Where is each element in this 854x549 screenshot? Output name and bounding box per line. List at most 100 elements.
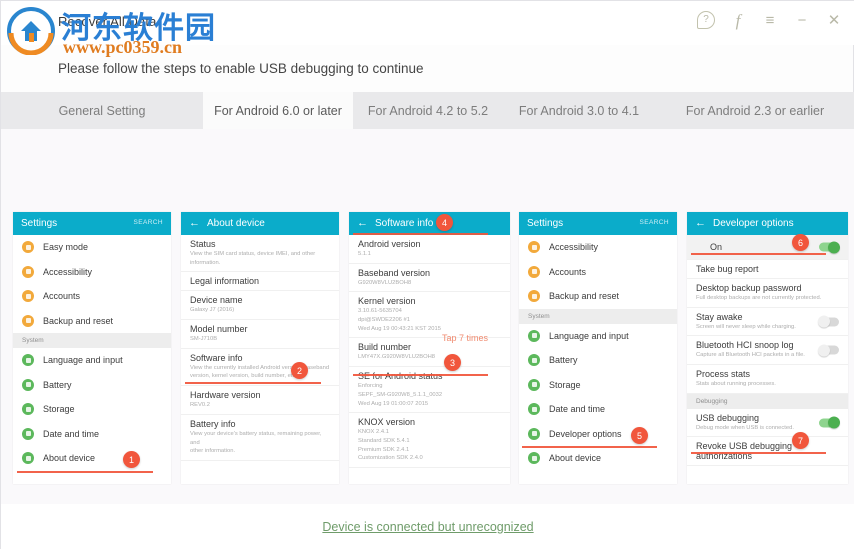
list-item[interactable]: Battery [13, 373, 171, 398]
detail-row[interactable]: KNOX version KNOX 2.4.1 Standard SDK 5.4.… [349, 413, 510, 468]
list-item[interactable]: Easy mode [13, 235, 171, 260]
tab-android-30-to-41[interactable]: For Android 3.0 to 4.1 [503, 92, 655, 129]
section-header-system: System [13, 333, 171, 348]
detail-sub: LMY47X.G920W8VLU2BOH8 [358, 354, 436, 361]
detail-row[interactable]: Android version 5.1.1 [349, 235, 510, 264]
detail-sub: View the SIM card status, device IMEI, a… [190, 251, 316, 266]
tab-android-42-to-52[interactable]: For Android 4.2 to 5.2 [353, 92, 503, 129]
back-arrow-icon[interactable]: ← [357, 218, 368, 229]
stay-awake-toggle[interactable] [818, 315, 839, 328]
help-icon[interactable]: ? [697, 11, 715, 29]
panel-4-search-label[interactable]: SEARCH [640, 219, 670, 226]
panel-settings-2: Settings SEARCH Accessibility Accounts B… [519, 212, 677, 484]
title-bar: Recover All Data ? f ≡ − ✕ [1, 1, 854, 45]
facebook-icon[interactable]: f [729, 11, 747, 29]
device-unrecognized-link[interactable]: Device is connected but unrecognized [1, 520, 854, 534]
detail-row[interactable]: Status View the SIM card status, device I… [181, 235, 339, 273]
language-input-icon [22, 354, 34, 367]
step-indicator: 1 2 3 4 5 [1, 129, 854, 300]
panel-1-search-label[interactable]: SEARCH [134, 219, 164, 226]
highlight-underline-7 [691, 452, 826, 454]
accounts-icon [22, 290, 34, 303]
panel-software-info: ← Software info Android version 5.1.1 Bas… [349, 212, 510, 484]
detail-sub: Galaxy J7 (2016) [190, 307, 235, 314]
list-item-about-device[interactable]: About device [13, 446, 171, 471]
panel-3-header: ← Software info [349, 212, 510, 235]
list-item[interactable]: Backup and reset [519, 284, 677, 309]
detail-sub: 3.10.61-5635704 dpi@SWDE2206 #1 Wed Aug … [358, 308, 441, 332]
list-item-label: Battery [43, 379, 72, 390]
step-badge-6: 6 [792, 234, 809, 251]
list-item[interactable]: Battery [519, 348, 677, 373]
list-item-label: Accessibility [43, 266, 93, 277]
list-item[interactable]: Accessibility [13, 260, 171, 285]
list-item-label: Accounts [549, 266, 587, 277]
panel-5-title: Developer options [713, 218, 794, 229]
detail-row[interactable]: Desktop backup password Full desktop back… [687, 279, 848, 308]
panel-1-title: Settings [21, 218, 58, 229]
back-arrow-icon[interactable]: ← [189, 218, 200, 229]
panel-settings-1: Settings SEARCH Easy mode Accessibility … [13, 212, 171, 484]
usb-debugging-toggle[interactable] [819, 416, 840, 429]
list-item[interactable]: Storage [519, 373, 677, 398]
detail-row[interactable]: Stay awake Screen will never sleep while … [687, 308, 848, 337]
detail-row[interactable]: Baseband version G920W8VLU2BOH8 [349, 264, 510, 293]
app-window: Recover All Data ? f ≡ − ✕ 河东软件园 www.pc0… [0, 0, 854, 549]
list-item[interactable]: Language and input [13, 348, 171, 373]
bluetooth-hci-snoop-log-toggle[interactable] [818, 344, 839, 357]
detail-sub: REV0.2 [190, 402, 210, 409]
about-device-icon [528, 452, 540, 465]
list-item[interactable]: Storage [13, 397, 171, 422]
detail-row[interactable]: Hardware version REV0.2 [181, 386, 339, 415]
list-item-label: Date and time [43, 428, 100, 439]
detail-row-software-info[interactable]: Software info View the currently installe… [181, 349, 339, 387]
app-title: Recover All Data [58, 14, 157, 29]
detail-sub: View your device's battery status, remai… [190, 430, 322, 455]
step-badge-1: 1 [123, 451, 140, 468]
detail-row[interactable]: Device name Galaxy J7 (2016) [181, 291, 339, 321]
backup-reset-icon [22, 314, 34, 327]
tab-general-setting[interactable]: General Setting [1, 92, 203, 129]
list-item[interactable]: Language and input [519, 324, 677, 349]
detail-title: Status [190, 239, 216, 249]
detail-row[interactable]: Bluetooth HCI snoop log Capture all Bluet… [687, 336, 848, 366]
step-badge-3: 3 [444, 354, 461, 371]
detail-title: Build number [358, 342, 412, 353]
detail-row[interactable]: Battery info View your device's battery s… [181, 415, 339, 461]
detail-row[interactable]: Legal information [181, 272, 339, 292]
list-item[interactable]: Backup and reset [13, 309, 171, 334]
list-item[interactable]: Date and time [13, 422, 171, 447]
step-badge-5: 5 [631, 427, 648, 444]
back-arrow-icon[interactable]: ← [695, 218, 706, 229]
developer-on-toggle[interactable] [819, 241, 840, 253]
list-item-developer-options[interactable]: Developer options [519, 422, 677, 447]
developer-on-row[interactable]: On [687, 235, 848, 260]
detail-title: KNOX version [358, 417, 416, 428]
detail-row-usb-debugging[interactable]: USB debugging Debug mode when USB is conn… [687, 409, 848, 438]
detail-row[interactable]: Kernel version 3.10.61-5635704 dpi@SWDE22… [349, 292, 510, 339]
menu-icon[interactable]: ≡ [761, 11, 779, 29]
panel-2-body: Status View the SIM card status, device I… [181, 235, 339, 461]
detail-row[interactable]: Take bug report [687, 260, 848, 279]
panel-1-header: Settings SEARCH [13, 212, 171, 235]
detail-row[interactable]: Process stats Stats about running process… [687, 365, 848, 394]
list-item[interactable]: Accessibility [519, 235, 677, 260]
close-icon[interactable]: ✕ [825, 11, 843, 29]
list-item-label: Language and input [549, 330, 629, 341]
panel-2-title: About device [207, 218, 265, 229]
detail-row[interactable]: Model number SM-J710B [181, 320, 339, 349]
list-item[interactable]: Accounts [13, 284, 171, 309]
detail-title: Legal information [190, 276, 260, 287]
tab-android-23-or-earlier[interactable]: For Android 2.3 or earlier [655, 92, 854, 129]
list-item[interactable]: About device [519, 446, 677, 471]
tap-7-times-label: Tap 7 times [442, 333, 489, 343]
list-item-label: Storage [43, 404, 75, 415]
tab-android-6-or-later[interactable]: For Android 6.0 or later [203, 92, 353, 129]
list-item-label: About device [549, 453, 602, 464]
list-item[interactable]: Accounts [519, 260, 677, 285]
list-item[interactable]: Date and time [519, 397, 677, 422]
highlight-underline-4 [353, 233, 488, 235]
minimize-icon[interactable]: − [793, 11, 811, 29]
panel-4-header: Settings SEARCH [519, 212, 677, 235]
language-input-icon [528, 329, 540, 342]
